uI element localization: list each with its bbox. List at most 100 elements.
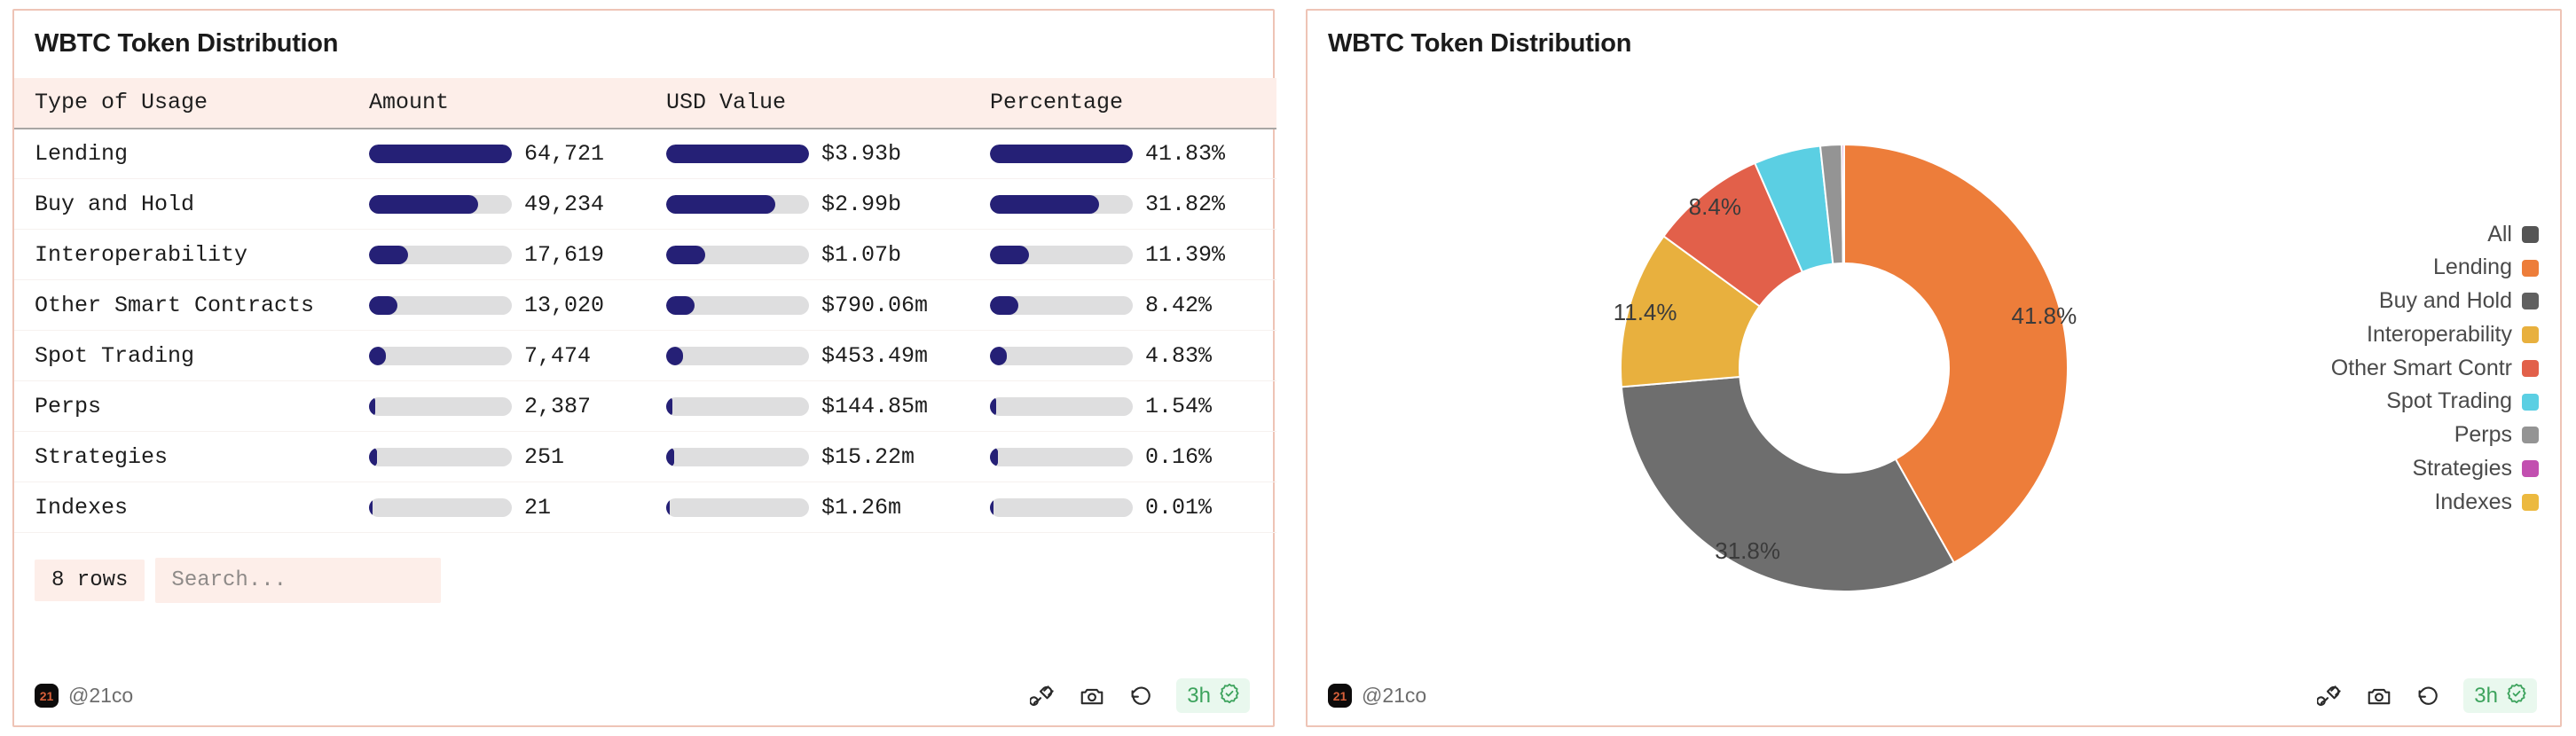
bar-cell: 0.16% — [990, 444, 1276, 470]
legend-label: Perps — [2454, 421, 2512, 450]
legend-item[interactable]: Other Smart Contr — [2331, 355, 2539, 383]
cell-amount: 13,020 — [369, 280, 666, 331]
legend-label: Buy and Hold — [2379, 287, 2512, 316]
bar-fill — [369, 195, 478, 214]
legend-item[interactable]: Perps — [2331, 421, 2539, 450]
column-header-usd-value[interactable]: USD Value — [666, 78, 990, 129]
cell-type-of-usage: Lending — [14, 129, 369, 179]
cell-percentage: 0.16% — [990, 432, 1276, 482]
bar-track — [369, 145, 512, 163]
bar-cell: $790.06m — [666, 293, 990, 318]
cell-percentage-value: 1.54% — [1145, 394, 1212, 419]
legend-item[interactable]: All — [2331, 221, 2539, 249]
legend-item[interactable]: Buy and Hold — [2331, 287, 2539, 316]
cell-usd-value-value: $15.22m — [821, 444, 915, 470]
table-toolbar: 8 rows — [14, 533, 1273, 603]
bar-fill — [666, 246, 705, 264]
legend-swatch — [2522, 427, 2539, 443]
freshness-text: 3h — [2474, 684, 2498, 709]
legend-label: Other Smart Contr — [2331, 355, 2512, 383]
freshness-badge[interactable]: 3h — [2463, 678, 2537, 713]
bar-track — [369, 498, 512, 517]
cell-amount-value: 13,020 — [524, 293, 604, 318]
bar-track — [990, 498, 1133, 517]
bar-fill — [666, 296, 695, 315]
search-input[interactable] — [155, 558, 441, 603]
column-header-percentage[interactable]: Percentage — [990, 78, 1276, 129]
camera-icon[interactable] — [1079, 683, 1105, 709]
cell-amount: 64,721 — [369, 129, 666, 179]
cell-usd-value: $15.22m — [666, 432, 990, 482]
donut-slice[interactable] — [1622, 377, 1954, 591]
cell-usd-value: $1.07b — [666, 230, 990, 280]
bar-fill — [990, 347, 1007, 365]
credit-handle[interactable]: @21co — [68, 684, 133, 708]
bar-cell: 0.01% — [990, 495, 1276, 521]
column-header-amount[interactable]: Amount — [369, 78, 666, 129]
cell-type-of-usage: Strategies — [14, 432, 369, 482]
bar-track — [990, 296, 1133, 315]
cell-usd-value-value: $790.06m — [821, 293, 928, 318]
freshness-text: 3h — [1187, 684, 1211, 709]
credit-block[interactable]: 21 @21co — [1328, 684, 1426, 708]
bar-track — [666, 498, 809, 517]
table-panel-footer: 21 @21co — [14, 678, 1273, 725]
legend-label: All — [2487, 221, 2512, 249]
footer-icon-group: 3h — [2317, 678, 2537, 713]
bar-track — [369, 195, 512, 214]
legend-item[interactable]: Lending — [2331, 254, 2539, 282]
bar-fill — [666, 145, 809, 163]
credit-block[interactable]: 21 @21co — [35, 684, 133, 708]
bar-cell: $144.85m — [666, 394, 990, 419]
bar-fill — [666, 448, 674, 466]
table-row[interactable]: Perps2,387$144.85m1.54% — [14, 381, 1276, 432]
freshness-badge[interactable]: 3h — [1176, 678, 1250, 713]
bar-cell: 7,474 — [369, 343, 666, 369]
cell-amount-value: 251 — [524, 444, 564, 470]
cell-usd-value-value: $453.49m — [821, 343, 928, 369]
credit-handle[interactable]: @21co — [1362, 684, 1426, 708]
cell-usd-value-value: $1.26m — [821, 495, 901, 521]
cell-percentage-value: 31.82% — [1145, 192, 1225, 217]
donut-chart[interactable]: 41.8%31.8%11.4%8.4% — [1463, 93, 2279, 643]
legend-item[interactable]: Interoperability — [2331, 321, 2539, 349]
cell-amount: 2,387 — [369, 381, 666, 432]
cell-usd-value: $2.99b — [666, 179, 990, 230]
cell-type-of-usage: Other Smart Contracts — [14, 280, 369, 331]
bar-track — [369, 347, 512, 365]
camera-icon[interactable] — [2366, 683, 2392, 709]
plug-icon[interactable] — [1030, 683, 1056, 709]
refresh-icon[interactable] — [2415, 683, 2441, 709]
bar-track — [990, 397, 1133, 416]
refresh-icon[interactable] — [1127, 683, 1154, 709]
legend-swatch — [2522, 326, 2539, 343]
legend-swatch — [2522, 394, 2539, 411]
cell-amount: 21 — [369, 482, 666, 533]
plug-icon[interactable] — [2317, 683, 2344, 709]
table-row[interactable]: Spot Trading7,474$453.49m4.83% — [14, 331, 1276, 381]
table-row[interactable]: Indexes21$1.26m0.01% — [14, 482, 1276, 533]
bar-track — [990, 246, 1133, 264]
column-header-type[interactable]: Type of Usage — [14, 78, 369, 129]
table-row[interactable]: Lending64,721$3.93b41.83% — [14, 129, 1276, 179]
legend-item[interactable]: Spot Trading — [2331, 388, 2539, 416]
bar-track — [666, 448, 809, 466]
bar-cell: 1.54% — [990, 394, 1276, 419]
donut-slice-label: 11.4% — [1614, 300, 1677, 326]
table-row[interactable]: Other Smart Contracts13,020$790.06m8.42% — [14, 280, 1276, 331]
cell-usd-value: $144.85m — [666, 381, 990, 432]
bar-cell: 13,020 — [369, 293, 666, 318]
chart-legend[interactable]: All Lending Buy and Hold Interoperability Ot… — [2331, 59, 2539, 678]
legend-item[interactable]: Strategies — [2331, 455, 2539, 483]
table-row[interactable]: Interoperability17,619$1.07b11.39% — [14, 230, 1276, 280]
bar-cell: 17,619 — [369, 242, 666, 268]
bar-fill — [369, 246, 408, 264]
bar-cell: 41.83% — [990, 141, 1276, 167]
donut-slice-group[interactable] — [1621, 145, 2068, 591]
donut-slice-label: 31.8% — [1715, 537, 1780, 564]
table-row[interactable]: Buy and Hold49,234$2.99b31.82% — [14, 179, 1276, 230]
legend-item[interactable]: Indexes — [2331, 489, 2539, 517]
cell-amount: 7,474 — [369, 331, 666, 381]
table-row[interactable]: Strategies 251 $15.22m 0.16% — [14, 432, 1276, 482]
table-panel: WBTC Token Distribution Type of Usage Am… — [12, 9, 1275, 727]
